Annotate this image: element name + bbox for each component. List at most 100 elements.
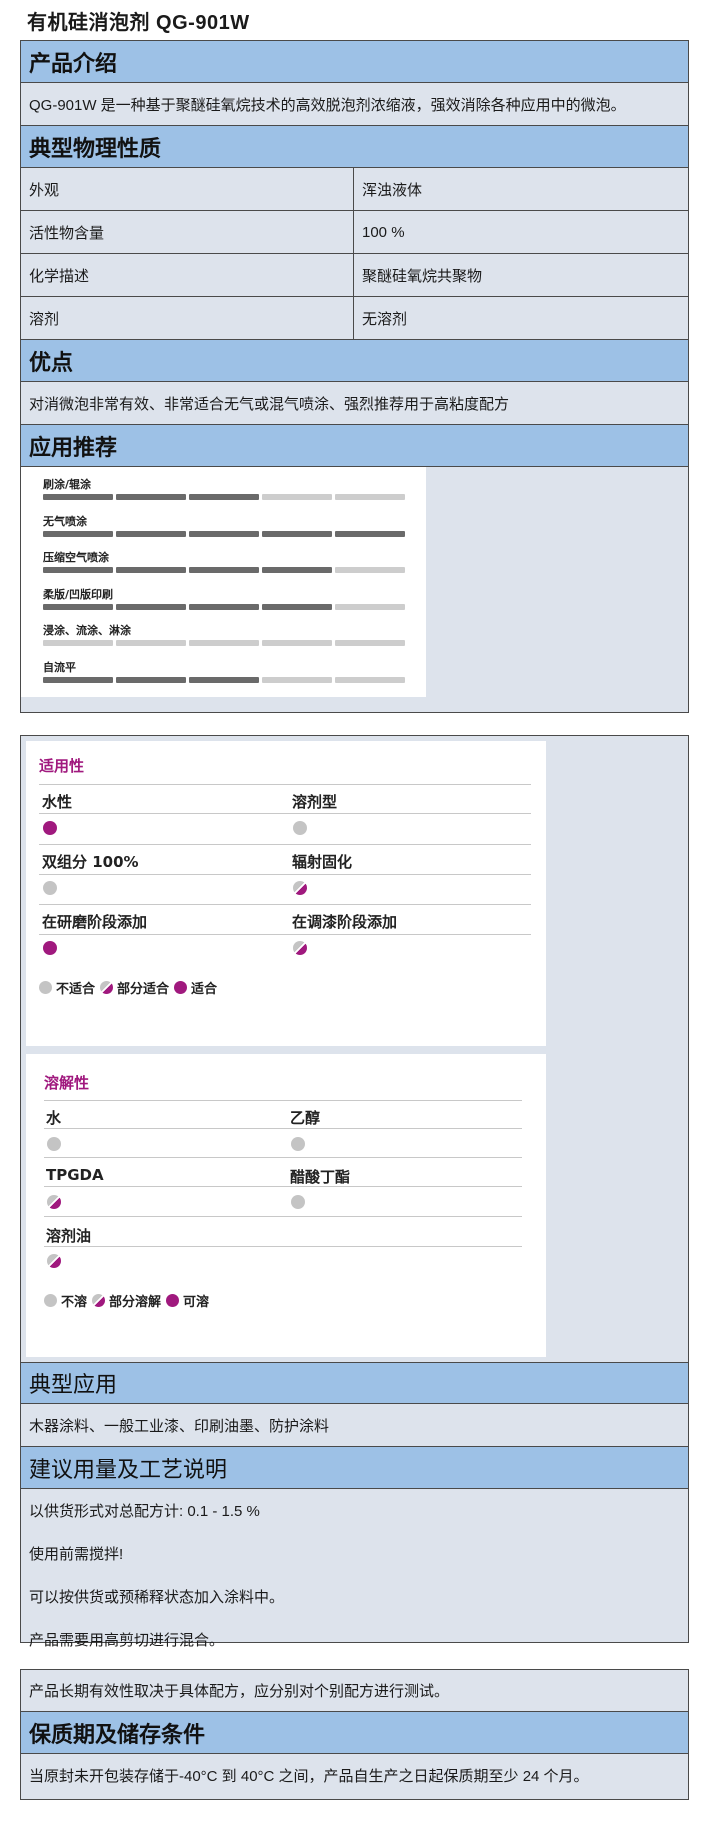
suitability-card: 适用性 水性 溶剂型 双组分 100% 辐射固化 在研磨阶段添加 在调漆阶段添加 不适合 部分适…: [26, 741, 546, 1046]
divider-line: [44, 1128, 522, 1129]
full-rating-dot-icon: [43, 821, 57, 835]
rating-bar-segment: [43, 567, 113, 573]
property-value: 浑浊液体: [362, 181, 423, 199]
rating-bars: [43, 567, 408, 573]
rating-bar-segment: [189, 567, 259, 573]
divider-line: [44, 1216, 522, 1217]
rating-bar-segment: [189, 676, 259, 683]
recommend-heading: 应用推荐: [21, 425, 688, 467]
property-row: 溶剂 无溶剂: [21, 297, 688, 340]
divider-line: [44, 1100, 522, 1101]
divider-line: [39, 934, 531, 935]
rating-bar-segment: [116, 603, 186, 610]
applications-text: 木器涂料、一般工业漆、印刷油墨、防护涂料: [21, 1404, 688, 1447]
usage-line: 使用前需搅拌!: [29, 1546, 124, 1563]
rating-bar-segment: [116, 567, 186, 573]
full-legend-dot-icon: [174, 981, 188, 994]
application-label: 压缩空气喷涂: [43, 551, 109, 564]
rating-bar-segment: [262, 567, 332, 573]
application-rating-panel: 刷涂/辊涂无气喷涂压缩空气喷涂柔版/凹版印刷浸涂、流涂、淋涂自流平: [21, 467, 426, 697]
rating-bar-segment: [262, 640, 332, 646]
advantages-text: 对消微泡非常有效、非常适合无气或混气喷涂、强烈推荐用于高粘度配方: [21, 382, 688, 425]
intro-heading: 产品介绍: [21, 41, 688, 83]
solubility-item-label: 溶剂油: [46, 1227, 92, 1245]
property-key: 活性物含量: [21, 211, 354, 253]
suitability-item-label: 在研磨阶段添加: [42, 913, 148, 931]
half-legend-dot-icon: [92, 1294, 106, 1307]
usage-heading: 建议用量及工艺说明: [21, 1447, 688, 1489]
solubility-card: 溶解性水 乙醇 TPGDA 醋酸丁酯 溶剂油 不溶 部分溶解 可溶: [26, 1054, 546, 1357]
usage-line: 以供货形式对总配方计: 0.1 - 1.5 %: [29, 1503, 260, 1520]
solubility-item-label: TPGDA: [46, 1166, 104, 1184]
half-rating-dot-icon: [47, 1195, 61, 1209]
none-rating-dot-icon: [293, 821, 307, 835]
rating-bar-segment: [262, 494, 332, 500]
rating-bar-segment: [189, 494, 259, 500]
legend-label: 适合: [191, 982, 218, 997]
rating-bar-segment: [189, 640, 259, 646]
storage-section: 产品长期有效性取决于具体配方，应分别对个别配方进行测试。 保质期及储存条件 当原…: [20, 1669, 689, 1800]
rating-bars: [43, 640, 408, 646]
rating-bar-segment: [335, 494, 405, 500]
legend-label: 部分溶解: [109, 1295, 162, 1310]
none-rating-dot-icon: [47, 1137, 61, 1151]
suitability-item-label: 辐射固化: [292, 853, 353, 871]
suitability-section: 适用性 水性 溶剂型 双组分 100% 辐射固化 在研磨阶段添加 在调漆阶段添加 不适合 部分适…: [20, 735, 689, 1649]
solubility-legend: 不溶 部分溶解 可溶: [44, 1291, 214, 1310]
legend-label: 不适合: [56, 982, 96, 997]
none-rating-dot-icon: [291, 1137, 305, 1151]
rating-bars: [43, 530, 408, 537]
rating-bar-segment: [335, 676, 405, 683]
properties-heading: 典型物理性质: [21, 126, 688, 168]
rating-bar-segment: [43, 494, 113, 500]
property-key: 化学描述: [21, 254, 354, 296]
half-rating-dot-icon: [47, 1254, 61, 1268]
application-label: 无气喷涂: [43, 514, 87, 528]
solubility-item-label: 醋酸丁酯: [290, 1168, 351, 1186]
application-label: 浸涂、流涂、淋涂: [43, 624, 131, 637]
divider-line: [39, 904, 531, 905]
divider-line: [44, 1186, 522, 1187]
rating-bar-segment: [116, 676, 186, 683]
rating-bars: [43, 494, 408, 500]
property-row: 化学描述 聚醚硅氧烷共聚物: [21, 254, 688, 297]
rating-bars: [43, 676, 408, 683]
legend-label: 部分适合: [117, 982, 170, 997]
divider-line: [39, 813, 531, 814]
half-rating-dot-icon: [293, 881, 307, 895]
suitability-legend: 不适合 部分适合 适合: [39, 978, 222, 997]
suitability-item-label: 双组分 100%: [42, 853, 139, 871]
suitability-item-label: 在调漆阶段添加: [292, 913, 398, 931]
rating-bar-segment: [262, 530, 332, 537]
rating-bars: [43, 603, 408, 610]
product-info-section: 产品介绍 QG-901W 是一种基于聚醚硅氧烷技术的高效脱泡剂浓缩液，强效消除各…: [20, 40, 689, 713]
application-rating-item: 自流平: [43, 658, 408, 695]
property-key: 外观: [21, 168, 354, 210]
document-title: 有机硅消泡剂 QG-901W: [27, 12, 250, 34]
divider-line: [39, 874, 531, 875]
application-rating-item: 浸涂、流涂、淋涂: [43, 621, 408, 658]
legend-label: 可溶: [183, 1295, 210, 1310]
rating-bar-segment: [116, 494, 186, 500]
half-rating-dot-icon: [293, 941, 307, 955]
rating-bar-segment: [43, 640, 113, 646]
application-rating-item: 刷涂/辊涂: [43, 475, 408, 512]
rating-bar-segment: [335, 640, 405, 646]
solubility-item-label: 水: [46, 1109, 62, 1127]
rating-bar-segment: [189, 603, 259, 610]
storage-heading: 保质期及储存条件: [21, 1712, 688, 1754]
storage-text: 当原封未开包装存储于-40°C 到 40°C 之间，产品自生产之日起保质期至少 …: [29, 1768, 589, 1785]
usage-line: 可以按供货或预稀释状态加入涂料中。: [29, 1589, 285, 1606]
half-legend-dot-icon: [100, 981, 114, 994]
application-rating-item: 柔版/凹版印刷: [43, 585, 408, 622]
rating-bar-segment: [116, 640, 186, 646]
rating-bar-segment: [262, 676, 332, 683]
property-value: 聚醚硅氧烷共聚物: [362, 267, 483, 285]
solubility-title: 溶解性: [44, 1074, 90, 1092]
property-row: 活性物含量 100 %: [21, 211, 688, 254]
none-rating-dot-icon: [291, 1195, 305, 1209]
application-label: 刷涂/辊涂: [43, 478, 92, 491]
advantages-heading: 优点: [21, 340, 688, 382]
suitability-item-label: 溶剂型: [292, 793, 338, 811]
rating-bar-segment: [189, 530, 259, 537]
